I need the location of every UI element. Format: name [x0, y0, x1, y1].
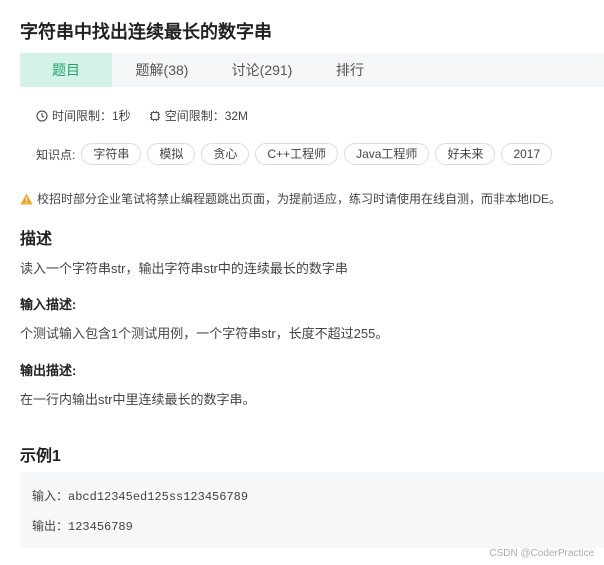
knowledge-label: 知识点:	[36, 147, 76, 162]
tag-java-engineer[interactable]: Java工程师	[344, 143, 430, 165]
example-input-label: 输入：	[32, 489, 69, 503]
input-heading: 输入描述:	[20, 297, 77, 312]
example-output: 输出：123456789	[32, 517, 133, 534]
watermark: CSDN @CoderPractice	[489, 548, 594, 559]
clock-icon	[36, 109, 48, 122]
input-text: 个测试输入包含1个测试用例，一个字符串str，长度不超过255。	[20, 326, 389, 341]
example-input-value: abcd12345ed125ss123456789	[68, 490, 249, 504]
time-limit-text: 时间限制：1秒	[52, 109, 131, 123]
tag-simulation[interactable]: 模拟	[147, 143, 196, 165]
example-output-label: 输出：	[32, 519, 69, 533]
tag-greedy[interactable]: 贪心	[201, 143, 250, 165]
limits-row: 时间限制：1秒 空间限制：32M	[36, 107, 266, 124]
warning-text: 校招时部分企业笔试将禁止编程题跳出页面，为提前适应，练习时请使用在线自测，而非本…	[37, 192, 562, 206]
memory-chip-icon	[149, 110, 160, 121]
tab-solutions[interactable]: 题解(38)	[112, 53, 212, 87]
problem-tabs: 题目 题解(38) 讨论(291) 排行	[20, 53, 604, 87]
knowledge-points: 知识点: 字符串 模拟 贪心 C++工程师 Java工程师 好未来 2017	[36, 143, 558, 165]
exam-warning: 校招时部分企业笔试将禁止编程题跳出页面，为提前适应，练习时请使用在线自测，而非本…	[20, 190, 561, 207]
tab-problem[interactable]: 题目	[20, 53, 112, 87]
warning-triangle-icon	[20, 193, 33, 204]
space-limit: 空间限制：32M	[149, 107, 248, 124]
tag-cpp-engineer[interactable]: C++工程师	[255, 143, 339, 165]
problem-page: 字符串中找出连续最长的数字串 题目 题解(38) 讨论(291) 排行 时间限制…	[0, 0, 604, 565]
tab-ranking[interactable]: 排行	[312, 53, 388, 87]
example-heading: 示例1	[20, 448, 61, 465]
space-limit-text: 空间限制：32M	[164, 109, 249, 123]
tag-string[interactable]: 字符串	[81, 143, 142, 165]
tag-year[interactable]: 2017	[501, 143, 553, 165]
time-limit: 时间限制：1秒	[36, 107, 131, 124]
example-output-value: 123456789	[68, 520, 133, 534]
tab-discussion[interactable]: 讨论(291)	[212, 53, 312, 87]
description-heading: 描述	[20, 231, 53, 248]
example-input: 输入：abcd12345ed125ss123456789	[32, 487, 248, 504]
page-title: 字符串中找出连续最长的数字串	[20, 22, 272, 42]
output-heading: 输出描述:	[20, 363, 77, 378]
output-text: 在一行内输出str中里连续最长的数字串。	[20, 392, 256, 407]
tag-company[interactable]: 好未来	[435, 143, 496, 165]
description-text: 读入一个字符串str，输出字符串str中的连续最长的数字串	[20, 261, 348, 276]
example-block: 输入：abcd12345ed125ss123456789 输出：12345678…	[20, 472, 604, 548]
